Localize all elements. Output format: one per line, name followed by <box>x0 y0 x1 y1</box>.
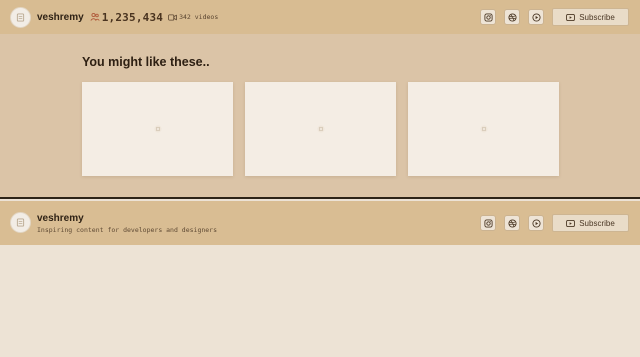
video-count: 342 videos <box>179 13 219 21</box>
play-button[interactable] <box>528 215 544 231</box>
recommendations-title: You might like these.. <box>82 55 210 69</box>
youtube-icon <box>566 13 576 21</box>
header-actions: Subscribe <box>480 8 629 26</box>
instagram-icon <box>483 12 493 22</box>
recommendation-cards <box>82 82 571 176</box>
subscribe-button[interactable]: Subscribe <box>552 8 629 26</box>
instagram-button[interactable] <box>480 9 496 25</box>
recommendations-panel: You might like these.. <box>0 34 640 198</box>
subscribe-label: Subscribe <box>579 12 615 22</box>
dribbble-icon <box>507 12 517 22</box>
subscribe-button[interactable]: Subscribe <box>552 214 629 232</box>
video-count-group: 342 videos <box>168 13 218 21</box>
instagram-button[interactable] <box>480 215 496 231</box>
instagram-icon <box>483 218 493 228</box>
user-avatar-icon <box>16 12 25 22</box>
dribbble-button[interactable] <box>504 9 520 25</box>
subscribers-icon <box>90 12 100 21</box>
channel-avatar[interactable] <box>10 212 31 233</box>
content-area <box>0 245 640 357</box>
video-camera-icon <box>168 13 177 21</box>
subscriber-count: 1,235,434 <box>101 10 164 24</box>
user-avatar-icon <box>16 218 25 227</box>
channel-bar: veshremy Inspiring content for developer… <box>0 201 640 245</box>
channel-name[interactable]: veshremy <box>37 213 84 224</box>
image-placeholder-icon <box>153 125 162 133</box>
play-icon <box>531 218 541 228</box>
channel-avatar[interactable] <box>10 6 31 28</box>
subscriber-count-group: 1,235,434 <box>90 11 163 24</box>
subscribe-label: Subscribe <box>579 218 615 228</box>
channel-header: veshremy 1,235,434 342 videos Subscribe <box>0 0 640 34</box>
image-placeholder-icon <box>316 125 325 133</box>
dribbble-button[interactable] <box>504 215 520 231</box>
recommendation-card-2[interactable] <box>245 82 396 176</box>
channel-tagline: Inspiring content for developers and des… <box>37 226 218 234</box>
play-button[interactable] <box>528 9 544 25</box>
youtube-icon <box>566 219 576 227</box>
channel-name[interactable]: veshremy <box>37 12 84 23</box>
play-icon <box>531 12 541 22</box>
dribbble-icon <box>507 218 517 228</box>
recommendation-card-1[interactable] <box>82 82 233 176</box>
channel-bar-actions: Subscribe <box>480 214 629 232</box>
recommendation-card-3[interactable] <box>408 82 559 176</box>
image-placeholder-icon <box>479 125 488 133</box>
